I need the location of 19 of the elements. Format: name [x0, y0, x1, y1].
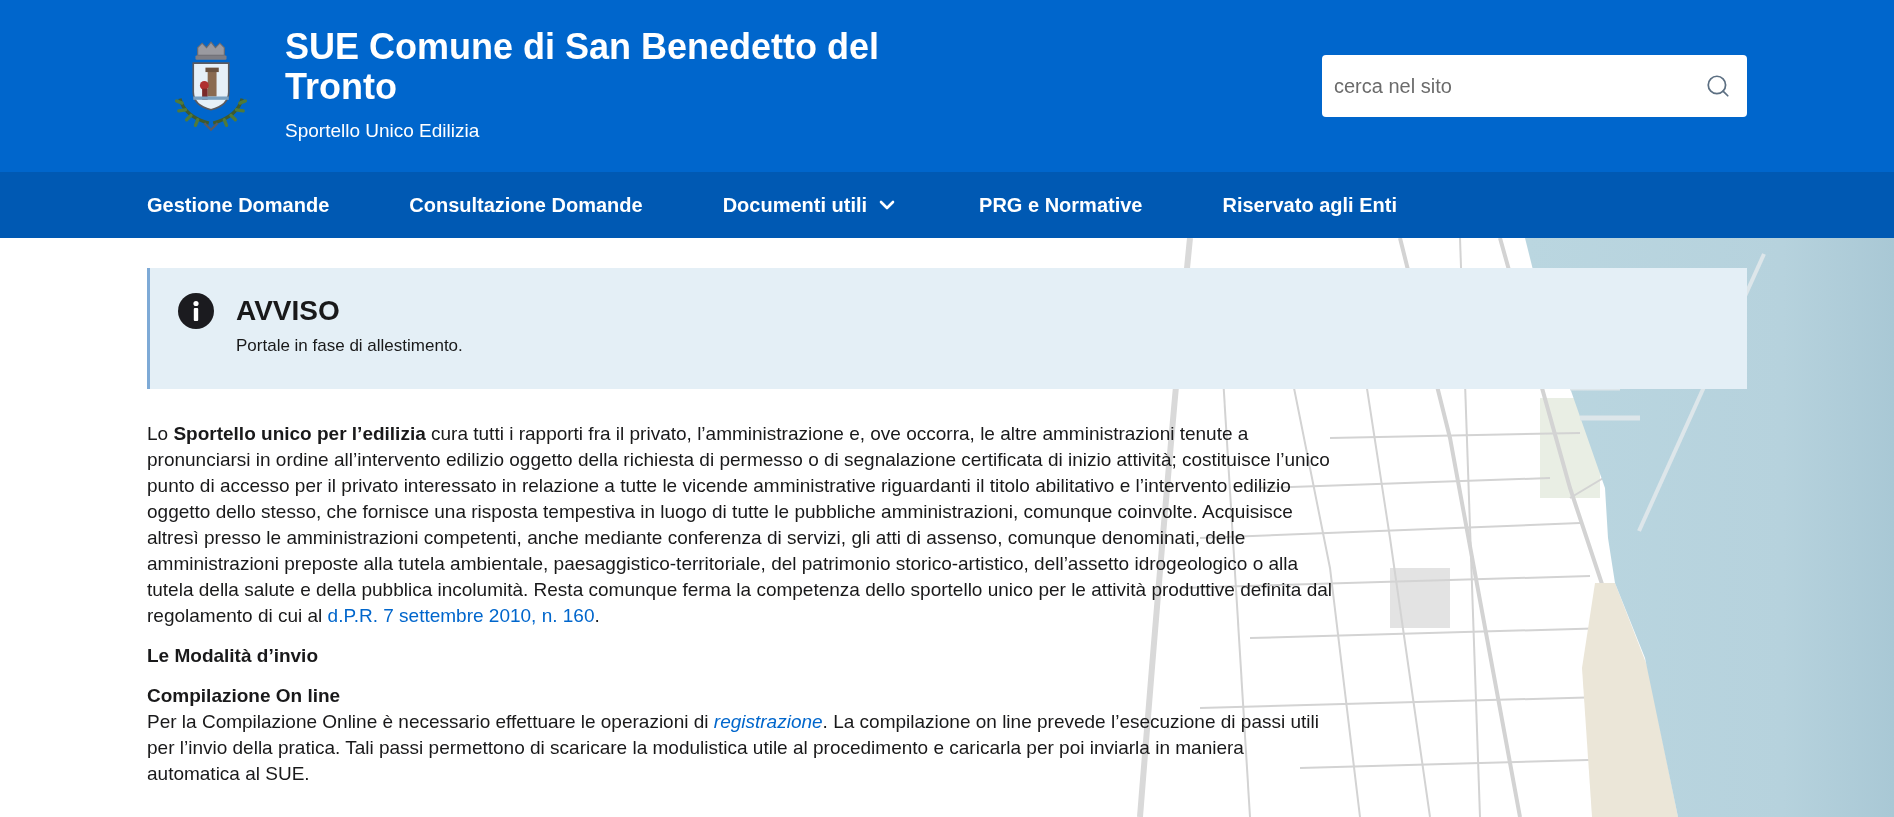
notice-message: Portale in fase di allestimento. — [236, 335, 463, 357]
nav-dropdown[interactable]: Documenti utili — [722, 190, 900, 220]
site-title: SUE Comune di San Benedetto del Tronto — [285, 26, 881, 107]
building-block — [1390, 568, 1450, 628]
body-paragraph: Per la Compilazione Online è necessario effettuare le operazioni di registrazione. La compilazione on line prevede l’esecuzione di passi utili per l’invio della pratica. Tali passi permettono di scaricare la modulistica utile al procedimento e caricarla per poi inviarla in maniera automatica al SUE. — [147, 710, 1320, 786]
subsection-heading: Compilazione On line — [147, 684, 342, 708]
notice-title: AVVISO — [236, 294, 341, 328]
search-field[interactable]: cerca nel sito — [1322, 55, 1747, 117]
nav-link[interactable]: PRG e Normative — [979, 190, 1143, 220]
section-heading: Le Modalità d’invio — [147, 644, 319, 668]
intro-paragraph: Lo Sportello unico per l’edilizia cura tutti i rapporti fra il privato, l’amministrazione e, ove occorra, le altre amministrazioni tenute a pronunciarsi in ordine all’intervento edilizio oggetto della richiesta di permesso o di segnalazione certificata di inizio attività; costituisce l’unico punto di accesso per il privato interessato in relazione a tutte le vicende amministrative riguardanti il titolo abilitativo e l’intervento edilizio oggetto dello stesso, che fornisce una risposta tempestiva in luogo di tutte le pubbliche amministrazioni, comunque coinvolte. Acquisisce altresì presso le amministrazioni competenti, anche mediante conferenza di servizi, gli atti di assenso, comunque denominati, delle amministrazioni preposte alla tutela ambientale, paesaggistico-territoriale, del patrimonio storico-artistico, dell’assetto idrogeologico o alla tutela della salute e della pubblica incolumità. Resta comunque ferma la competenza dello sportello unico per le attività produttive definita dal regolamento di cui al d.P.R. 7 settembre 2010, n. 160. — [147, 422, 1334, 628]
inline-link[interactable]: registrazione — [713, 711, 823, 732]
info-icon — [178, 293, 214, 329]
nav-link[interactable]: Gestione Domande — [147, 190, 330, 220]
search-icon[interactable] — [1705, 73, 1731, 99]
nav-link[interactable]: Riservato agli Enti — [1222, 190, 1397, 220]
site-subtitle: Sportello Unico Edilizia — [285, 118, 481, 143]
nav-link[interactable]: Consultazione Domande — [409, 190, 643, 220]
inline-link[interactable]: d.P.R. 7 settembre 2010, n. 160 — [327, 605, 595, 626]
